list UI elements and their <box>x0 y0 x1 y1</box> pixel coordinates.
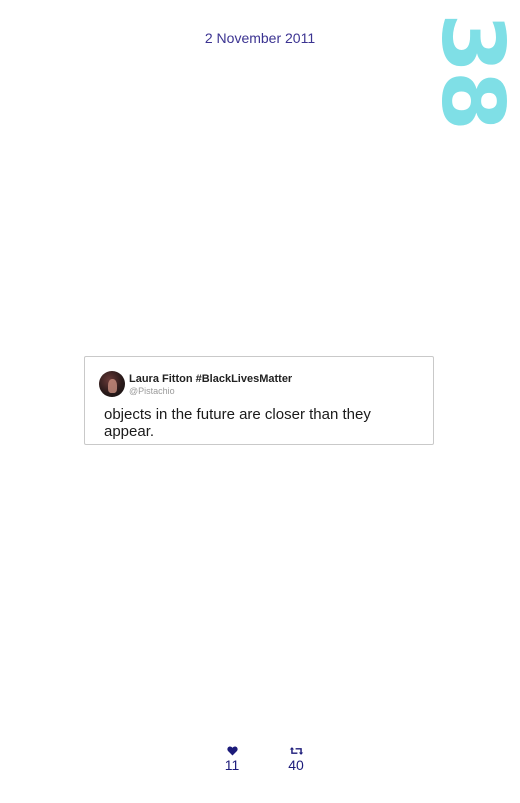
heart-icon <box>226 746 238 756</box>
retweet-icon <box>289 747 303 755</box>
likes-count: 11 <box>224 757 240 773</box>
retweets-count: 40 <box>288 757 304 773</box>
avatar[interactable] <box>99 371 125 397</box>
retweets-stat[interactable]: 40 <box>276 746 316 773</box>
likes-stat[interactable]: 11 <box>212 746 252 773</box>
entry-number-text: 38 <box>428 13 516 129</box>
author-name[interactable]: Laura Fitton #BlackLivesMatter <box>129 373 292 385</box>
tweet-stats: 11 40 <box>0 746 520 786</box>
entry-number: 38 <box>428 8 516 134</box>
author-handle[interactable]: @Pistachio <box>129 386 175 396</box>
tweet-text: objects in the future are closer than th… <box>104 406 371 440</box>
tweet-card[interactable]: Laura Fitton #BlackLivesMatter @Pistachi… <box>84 356 434 445</box>
